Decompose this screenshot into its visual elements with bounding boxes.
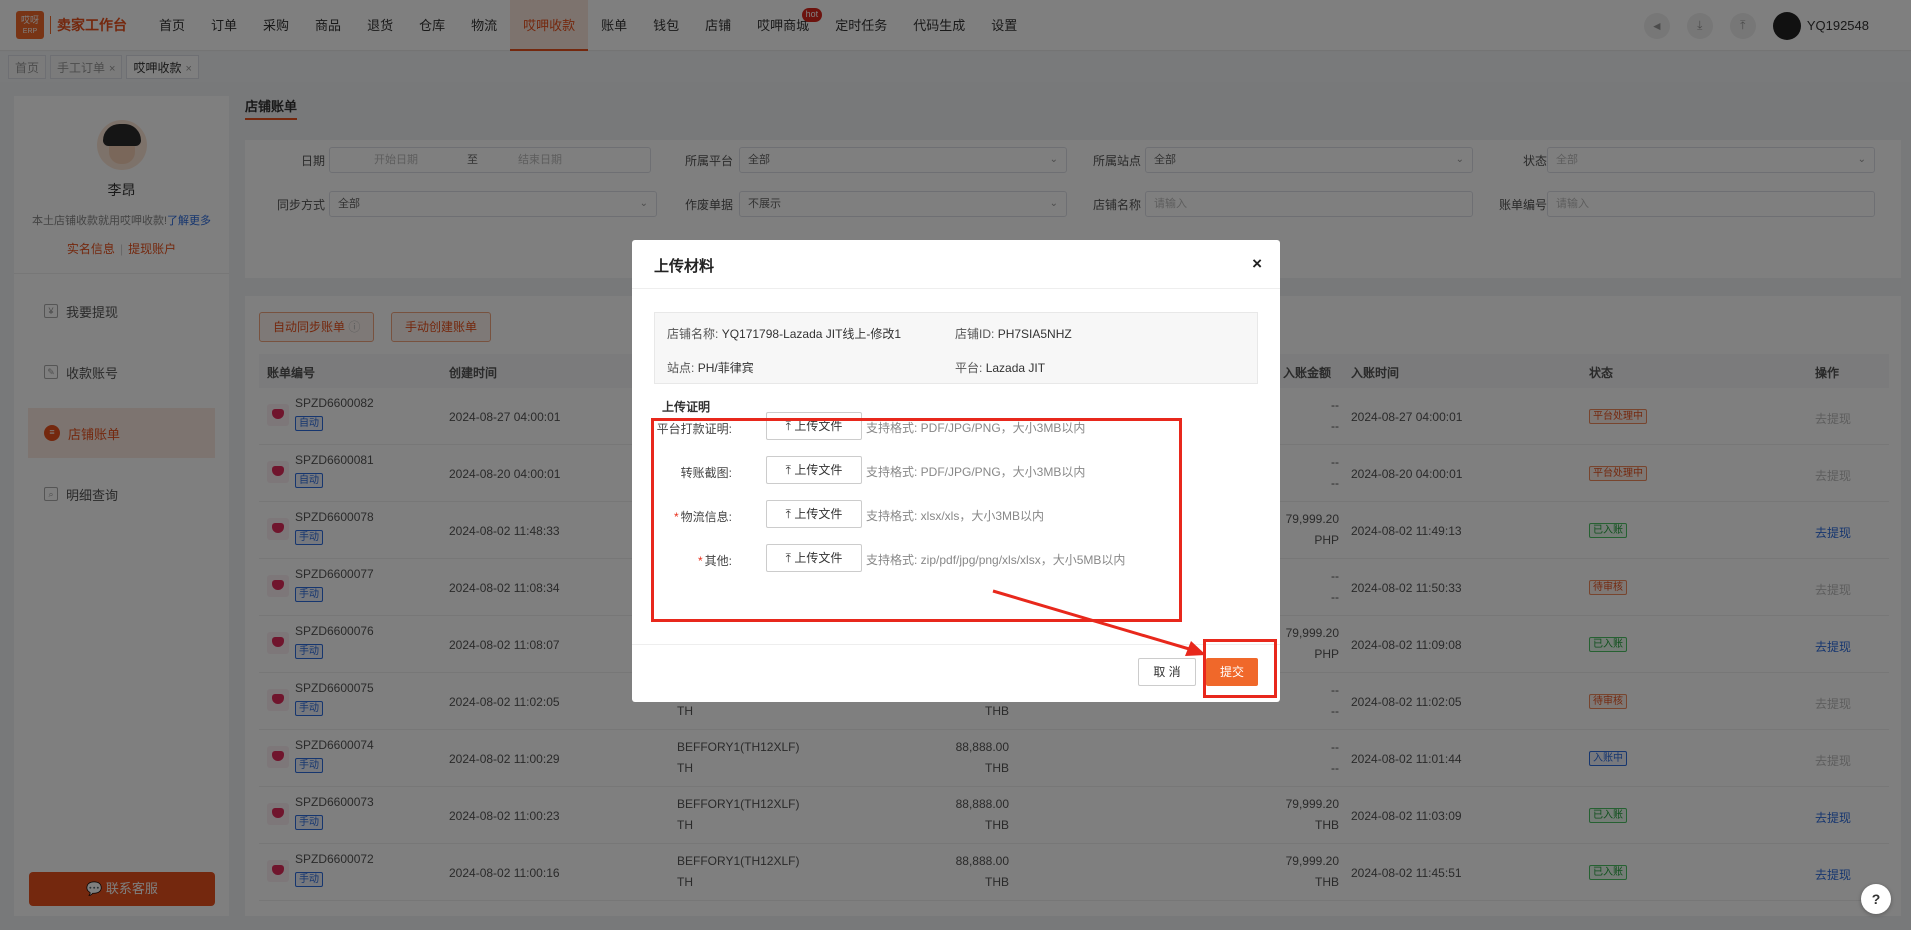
help-icon[interactable]: ? <box>1861 884 1891 914</box>
annotation-arrow <box>992 589 1206 656</box>
